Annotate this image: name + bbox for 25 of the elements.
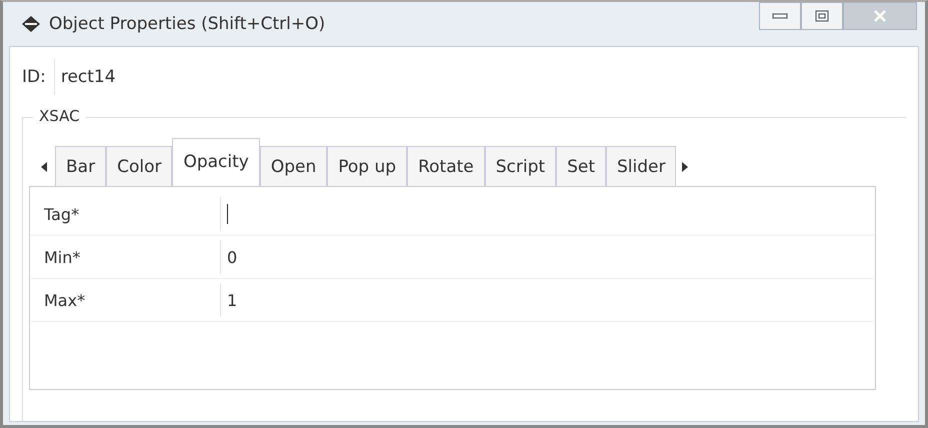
maximize-icon: [815, 10, 829, 22]
close-icon: [873, 10, 887, 22]
field-label: Tag*: [43, 204, 80, 224]
tab[interactable]: Rotate: [407, 146, 485, 186]
id-label: ID:: [22, 67, 46, 87]
tab[interactable]: Slider: [606, 146, 676, 186]
id-field[interactable]: rect14: [54, 59, 906, 95]
app-icon: [21, 15, 41, 33]
tab[interactable]: Pop up: [327, 146, 408, 186]
tab[interactable]: Script: [484, 146, 556, 186]
scroll-left-icon[interactable]: [41, 162, 47, 172]
field-label: Max*: [43, 290, 86, 310]
tab[interactable]: Set: [556, 146, 606, 186]
input-field[interactable]: 0: [220, 240, 875, 274]
tab[interactable]: Open: [260, 146, 328, 186]
minimize-icon: [772, 12, 788, 20]
scroll-right-icon[interactable]: [682, 162, 688, 172]
field-label: Min*: [43, 248, 82, 266]
window-title: Object Properties (Shift+Ctrl+O): [49, 14, 326, 34]
tab[interactable]: Bar: [55, 146, 106, 186]
input-field[interactable]: 1: [220, 283, 875, 317]
maximize-button[interactable]: [801, 2, 843, 30]
minimize-button[interactable]: [759, 2, 801, 30]
tab[interactable]: Opacity: [172, 138, 260, 186]
tab[interactable]: Color: [106, 146, 172, 186]
